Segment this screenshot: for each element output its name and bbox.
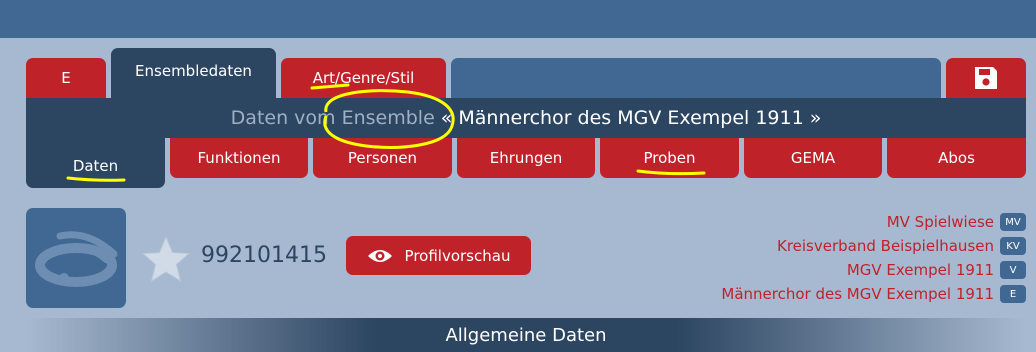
hierarchy-link[interactable]: MV Spielwiese xyxy=(887,213,994,231)
ensemble-id-number: 992101415 xyxy=(201,243,327,268)
ensemble-title-bar: Daten vom Ensemble « Männerchor des MGV … xyxy=(26,98,1026,138)
top-bar xyxy=(0,0,1036,38)
hierarchy-row: MGV Exempel 1911 V xyxy=(606,258,1026,282)
hierarchy-badge: KV xyxy=(1000,237,1026,255)
subtab-daten[interactable]: Daten xyxy=(26,138,165,188)
subtab-gema[interactable]: GEMA xyxy=(744,138,882,178)
tab-e[interactable]: E xyxy=(26,58,106,98)
save-button[interactable] xyxy=(946,58,1026,98)
hierarchy-badge: MV xyxy=(1000,213,1026,231)
ensemble-logo xyxy=(26,208,126,308)
hierarchy-link[interactable]: Männerchor des MGV Exempel 1911 xyxy=(721,285,994,303)
hierarchy-link[interactable]: Kreisverband Beispielhausen xyxy=(777,237,994,255)
hierarchy-row: MV Spielwiese MV xyxy=(606,210,1026,234)
star-icon[interactable] xyxy=(141,234,191,284)
subtab-ehrungen[interactable]: Ehrungen xyxy=(457,138,595,178)
association-hierarchy: MV Spielwiese MV Kreisverband Beispielha… xyxy=(606,210,1026,306)
profile-preview-label: Profilvorschau xyxy=(404,246,511,265)
ensemble-logo-icon xyxy=(35,231,118,287)
subtab-funktionen[interactable]: Funktionen xyxy=(170,138,308,178)
title-prefix: Daten vom Ensemble xyxy=(230,107,435,129)
subtab-abos[interactable]: Abos xyxy=(887,138,1026,178)
hierarchy-badge: E xyxy=(1000,285,1026,303)
hierarchy-row: Männerchor des MGV Exempel 1911 E xyxy=(606,282,1026,306)
title-close-mark: » xyxy=(809,107,822,129)
eye-icon xyxy=(367,249,392,262)
tab-ensembledaten[interactable]: Ensembledaten xyxy=(111,48,276,100)
tab-art-genre-stil[interactable]: Art/Genre/Stil xyxy=(281,58,446,98)
ensemble-name: Männerchor des MGV Exempel 1911 xyxy=(458,107,804,129)
subtab-proben[interactable]: Proben xyxy=(600,138,739,178)
hierarchy-row: Kreisverband Beispielhausen KV xyxy=(606,234,1026,258)
floppy-disk-icon xyxy=(975,67,997,89)
subtab-personen[interactable]: Personen xyxy=(313,138,452,178)
hierarchy-link[interactable]: MGV Exempel 1911 xyxy=(847,261,994,279)
profile-preview-button[interactable]: Profilvorschau xyxy=(346,236,531,275)
hierarchy-badge: V xyxy=(1000,261,1026,279)
section-heading: Allgemeine Daten xyxy=(26,318,1026,352)
tab-bar-spacer xyxy=(451,58,941,98)
title-open-mark: « xyxy=(440,107,453,129)
